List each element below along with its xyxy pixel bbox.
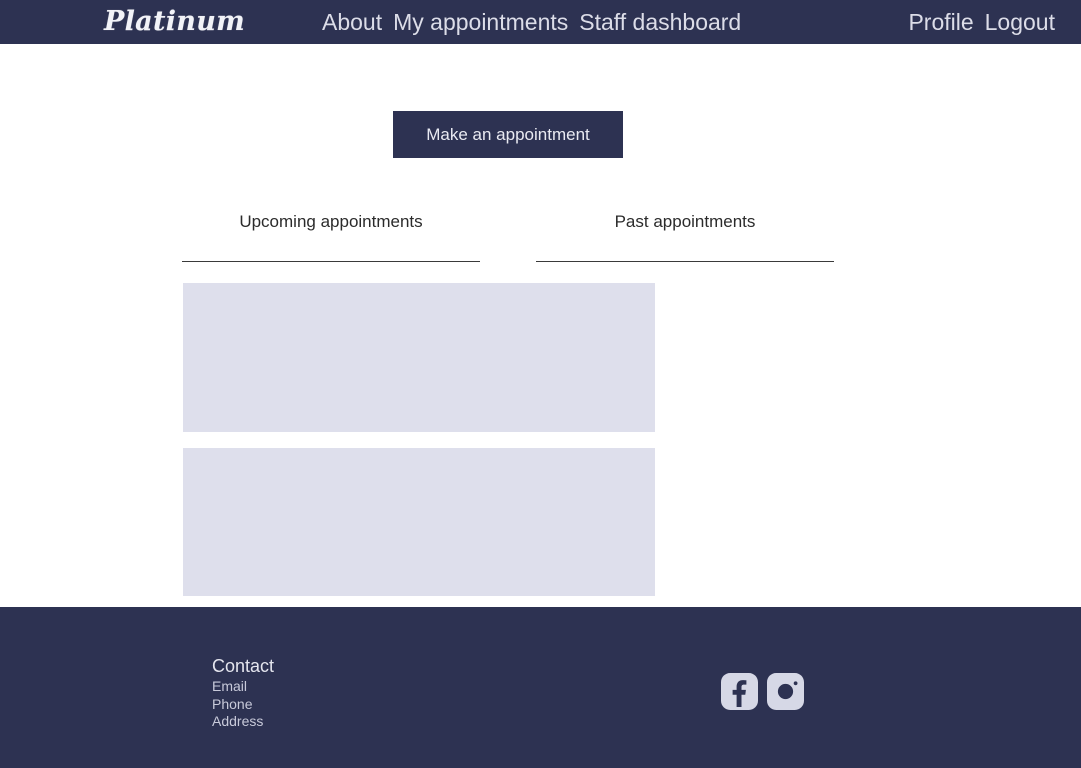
tab-upcoming-appointments[interactable]: Upcoming appointments bbox=[182, 212, 480, 262]
main-content: Make an appointment Upcoming appointment… bbox=[0, 44, 1081, 607]
top-navbar: Platinum About My appointments Staff das… bbox=[0, 0, 1081, 44]
nav-link-my-appointments[interactable]: My appointments bbox=[393, 8, 568, 36]
primary-nav: About My appointments Staff dashboard bbox=[322, 0, 741, 44]
footer-contact-heading: Contact bbox=[212, 656, 275, 676]
footer-contact-email[interactable]: Email bbox=[212, 678, 274, 696]
tab-past-appointments-label: Past appointments bbox=[614, 212, 756, 231]
nav-link-about[interactable]: About bbox=[322, 8, 382, 36]
page-footer: Contact Email Phone Address bbox=[0, 607, 1081, 768]
footer-contact-phone[interactable]: Phone bbox=[212, 696, 274, 714]
tab-upcoming-appointments-label: Upcoming appointments bbox=[239, 212, 423, 231]
nav-link-profile[interactable]: Profile bbox=[908, 8, 973, 36]
footer-contact-address[interactable]: Address bbox=[212, 713, 274, 731]
instagram-icon[interactable] bbox=[767, 673, 804, 710]
tab-past-appointments[interactable]: Past appointments bbox=[536, 212, 834, 262]
facebook-icon[interactable] bbox=[721, 673, 758, 710]
appointment-card[interactable] bbox=[183, 448, 655, 596]
account-nav: Profile Logout bbox=[908, 0, 1055, 44]
appointments-tabs: Upcoming appointments Past appointments bbox=[182, 212, 835, 262]
make-appointment-button[interactable]: Make an appointment bbox=[393, 111, 623, 158]
footer-contact-block: Contact Email Phone Address bbox=[212, 655, 274, 731]
brand-logo[interactable]: Platinum bbox=[104, 4, 245, 40]
appointment-card[interactable] bbox=[183, 283, 655, 432]
nav-link-logout[interactable]: Logout bbox=[985, 8, 1055, 36]
appointments-list bbox=[183, 283, 655, 612]
nav-link-staff-dashboard[interactable]: Staff dashboard bbox=[579, 8, 741, 36]
footer-social-links bbox=[721, 673, 804, 710]
